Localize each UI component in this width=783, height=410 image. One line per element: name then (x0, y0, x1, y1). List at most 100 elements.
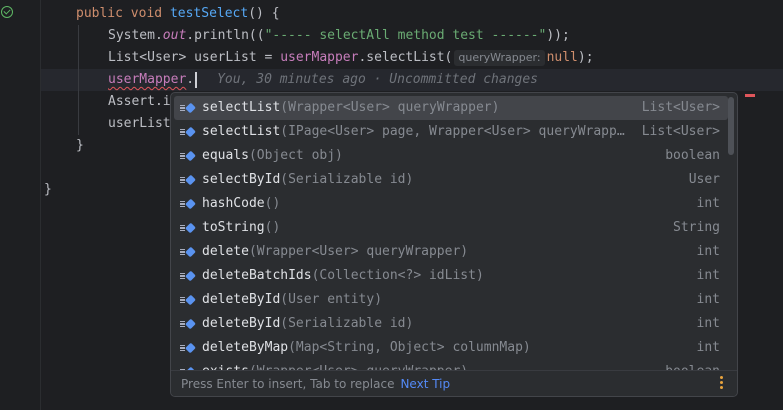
return-type: int (696, 292, 720, 307)
completion-item[interactable]: equals(Object obj) boolean (174, 144, 728, 168)
method-name: testSelect (169, 6, 249, 21)
completion-item[interactable]: deleteById(User entity) int (174, 288, 728, 312)
field-reference-error: userMapper (108, 72, 187, 87)
method-params: (Object obj) (248, 148, 343, 163)
completion-popup[interactable]: selectList(Wrapper<User> queryWrapper) L… (170, 92, 738, 397)
completion-item-label: deleteByMap(Map<String, Object> columnMa… (202, 336, 531, 360)
completion-item[interactable]: selectList(Wrapper<User> queryWrapper) L… (174, 96, 728, 120)
method-name: toString (202, 220, 265, 235)
method-icon (180, 246, 196, 258)
completion-item-label: selectById(Serializable id) (202, 168, 413, 192)
code-line-5[interactable]: Assert.i (108, 91, 171, 113)
method-icon (180, 222, 196, 234)
code-text: )); (546, 28, 570, 43)
inline-blame: You, 30 minutes ago · Uncommitted change… (217, 72, 539, 87)
method-params: (Wrapper<User> queryWrapper) (280, 100, 500, 115)
code-line-7[interactable]: } (76, 135, 84, 157)
completion-item-label: deleteById(User entity) (202, 288, 382, 312)
keyword: void (130, 6, 163, 21)
method-name: deleteByMap (202, 340, 289, 355)
return-type: List<User> (641, 100, 720, 115)
test-passed-icon[interactable] (1, 6, 13, 18)
return-type: User (688, 172, 720, 187)
method-icon (180, 174, 196, 186)
code-line-6[interactable]: userList (108, 113, 171, 135)
method-params: (Collection<?> idList) (311, 268, 484, 283)
field-reference: userMapper (280, 50, 359, 65)
method-params: (Serializable id) (280, 172, 414, 187)
code-text: } (76, 138, 84, 153)
completion-item-label: equals(Object obj) (202, 144, 343, 168)
method-icon (180, 150, 196, 162)
footer-hint: Press Enter to insert, Tab to replace (181, 377, 395, 391)
method-params: (Map<String, Object> columnMap) (288, 340, 531, 355)
completion-item-label: deleteBatchIds(Collection<?> idList) (202, 264, 484, 288)
code-line-8[interactable]: } (44, 179, 52, 201)
completion-item-label: deleteById(Serializable id) (202, 312, 413, 336)
error-marker[interactable] (745, 94, 755, 97)
return-type: List<User> (641, 124, 720, 139)
code-line-4[interactable]: userMapper. You, 30 minutes ago · Uncommi… (108, 69, 538, 91)
completion-item[interactable]: deleteById(Serializable id) int (174, 312, 728, 336)
method-name: deleteById (202, 316, 281, 331)
indent-guide (78, 25, 79, 135)
completion-item[interactable]: selectById(Serializable id) User (174, 168, 728, 192)
code-text: } (44, 182, 52, 197)
method-icon (180, 102, 196, 114)
method-name: deleteBatchIds (202, 268, 312, 283)
next-tip-link[interactable]: Next Tip (400, 377, 450, 391)
return-type: int (696, 340, 720, 355)
text-caret (195, 71, 198, 88)
code-text: List<User> userList = (108, 50, 281, 65)
method-icon (180, 126, 196, 138)
method-params: () (264, 196, 281, 211)
static-field: out (162, 28, 187, 43)
code-text: Assert.i (108, 94, 171, 109)
code-text: userList (108, 116, 171, 131)
method-icon (180, 294, 196, 306)
method-params: (Wrapper<User> queryWrapper) (248, 244, 469, 259)
code-line-3[interactable]: List<User> userList = userMapper.selectL… (108, 47, 594, 69)
completion-footer: Press Enter to insert, Tab to replace Nex… (171, 370, 737, 396)
code-line-1[interactable]: public void testSelect() { (76, 3, 280, 25)
keyword: null (546, 50, 578, 65)
method-icon (180, 270, 196, 282)
code-line-2[interactable]: System.out.println(("----- selectAll met… (108, 25, 570, 47)
method-name: selectById (202, 172, 281, 187)
method-name: selectList (202, 100, 281, 115)
code-text: .selectList( (358, 50, 453, 65)
method-name: deleteById (202, 292, 281, 307)
popup-scrollbar[interactable] (728, 97, 734, 155)
more-options-icon[interactable] (720, 376, 723, 390)
method-params: () (264, 220, 281, 235)
return-type: int (696, 316, 720, 331)
method-name: selectList (202, 124, 281, 139)
code-text: System. (108, 28, 163, 43)
method-params: (IPage<User> page, Wrapper<User> queryWr… (280, 124, 625, 139)
string-literal: "----- selectAll method test ------" (264, 28, 547, 43)
code-text: ); (577, 50, 594, 65)
method-icon (180, 318, 196, 330)
editor-gutter (0, 0, 41, 410)
completion-item-label: selectList(IPage<User> page, Wrapper<Use… (202, 120, 625, 144)
code-text: .println(( (186, 28, 265, 43)
completion-item-label: hashCode() (202, 192, 280, 216)
method-icon (180, 198, 196, 210)
return-type: String (673, 220, 720, 235)
completion-item[interactable]: deleteByMap(Map<String, Object> columnMa… (174, 336, 728, 360)
completion-item[interactable]: selectList(IPage<User> page, Wrapper<Use… (174, 120, 728, 144)
completion-item[interactable]: toString() String (174, 216, 728, 240)
return-type: boolean (665, 148, 720, 163)
completion-item[interactable]: delete(Wrapper<User> queryWrapper) int (174, 240, 728, 264)
parameter-hint: queryWrapper: (454, 50, 545, 66)
return-type: int (696, 196, 720, 211)
keyword: public (76, 6, 123, 21)
completion-item[interactable]: hashCode() int (174, 192, 728, 216)
code-text: () { (248, 6, 280, 21)
completion-item[interactable]: deleteBatchIds(Collection<?> idList) int (174, 264, 728, 288)
return-type: int (696, 268, 720, 283)
method-icon (180, 342, 196, 354)
completion-item-label: toString() (202, 216, 280, 240)
method-name: hashCode (202, 196, 265, 211)
code-text: . (186, 72, 195, 87)
